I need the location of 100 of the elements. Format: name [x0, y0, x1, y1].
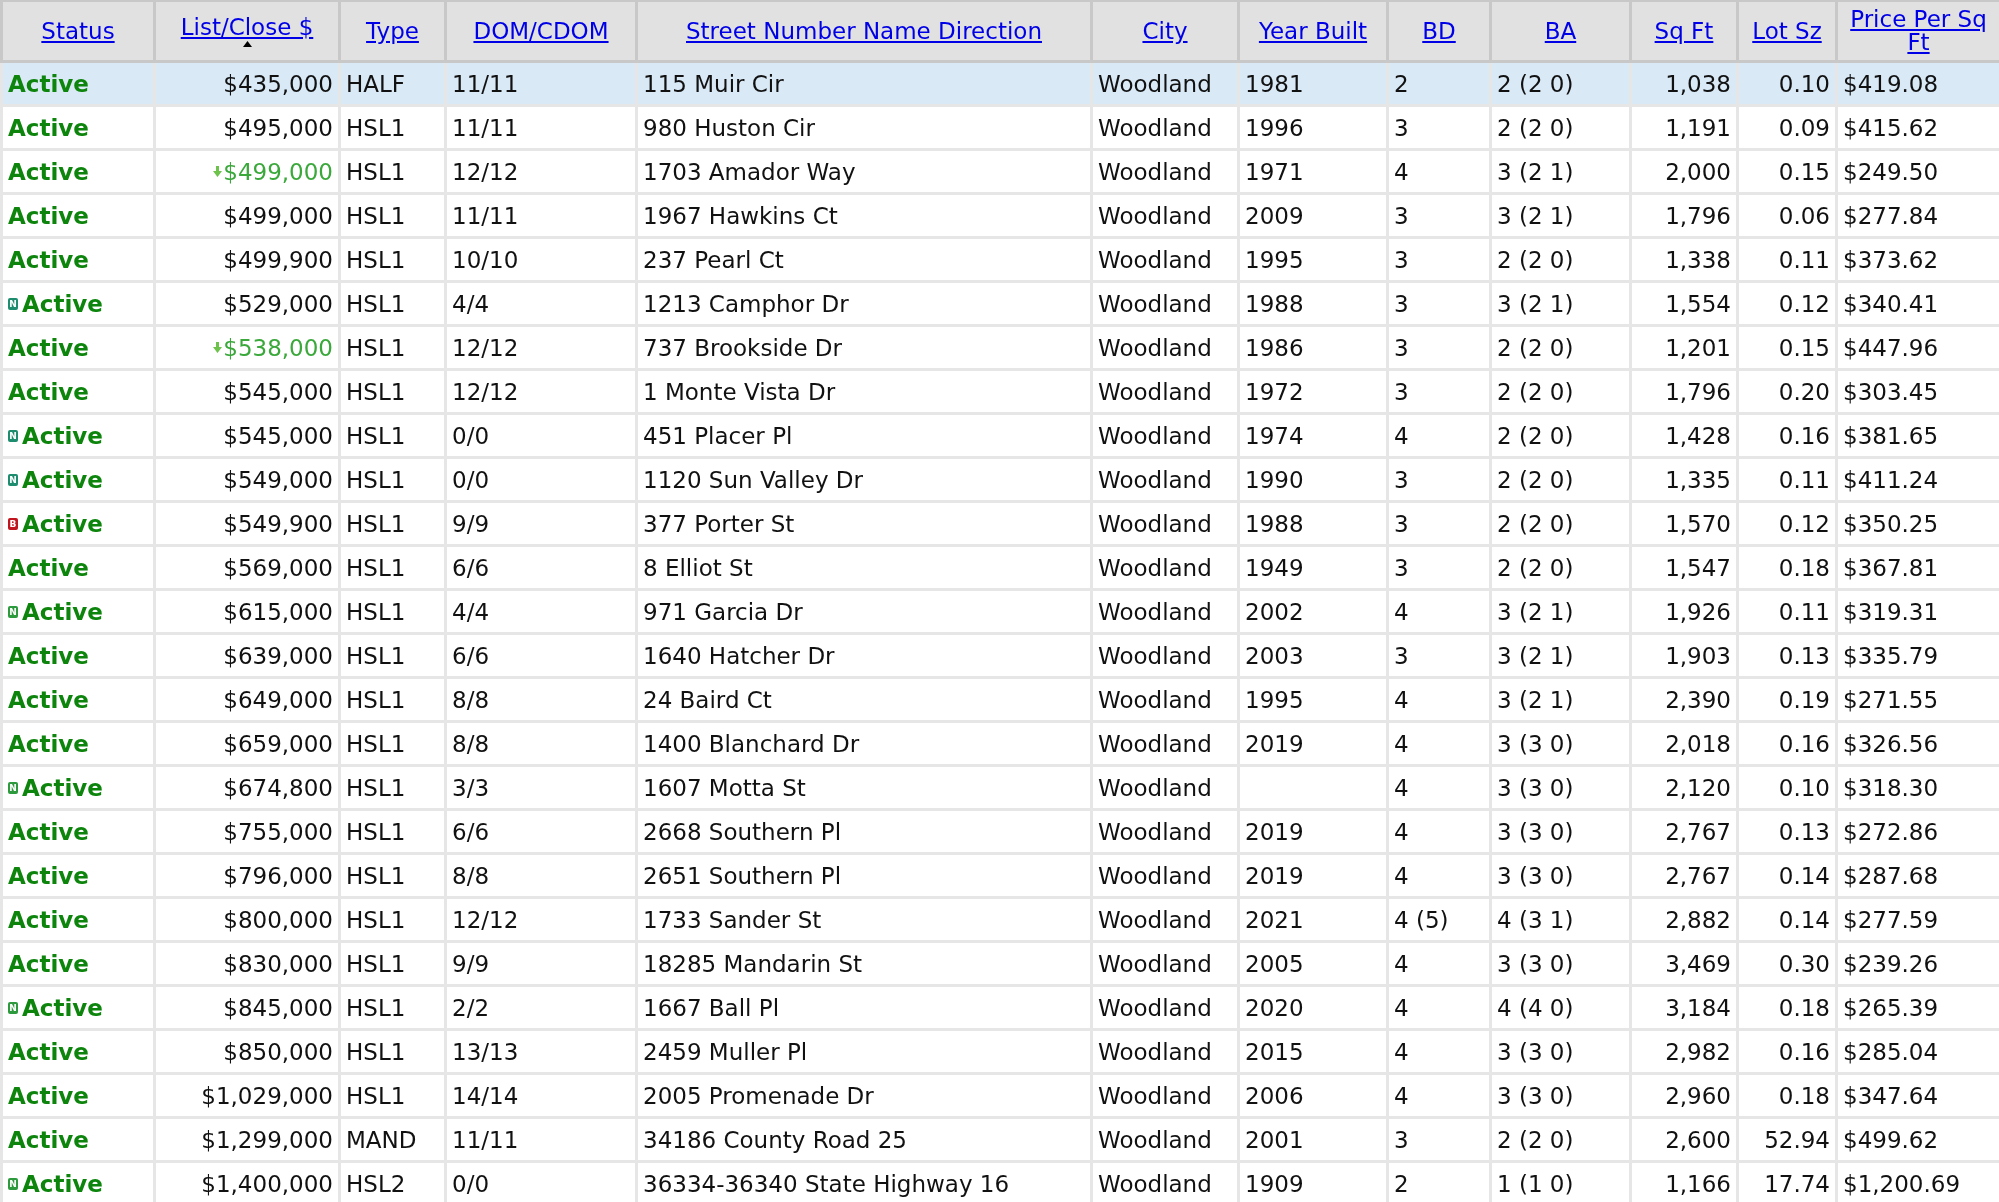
table-cell: Woodland — [1091, 149, 1239, 194]
listing-row[interactable]: N Active $1,400,000 HSL2 0/0 36334-36340 State Highway 16 Woodland 1909 2 1 (1 0) 1,166 17.74 $1,200.69 — [1, 1161, 1999, 1202]
listing-row[interactable]: N Active $674,800 HSL1 3/3 1607 Motta St Woodland 4 3 (3 0) 2,120 0.10 $318.30 — [1, 765, 1999, 810]
table-cell: 2,120 — [1630, 765, 1738, 810]
listing-row[interactable]: Active $569,000 HSL1 6/6 8 Elliot St Woodland 1949 3 2 (2 0) 1,547 0.18 $367.81 — [1, 545, 1999, 590]
table-cell: 2002 — [1238, 589, 1388, 634]
listing-row[interactable]: Active $499,000 HSL1 11/11 1967 Hawkins Ct Woodland 2009 3 3 (2 1) 1,796 0.06 $277.84 — [1, 193, 1999, 238]
price-text: $850,000 — [223, 1038, 333, 1065]
listing-row[interactable]: Active $1,299,000 MAND 11/11 34186 County Road 25 Woodland 2001 3 2 (2 0) 2,600 52.94 $499.62 — [1, 1117, 1999, 1162]
table-cell: 1,570 — [1630, 501, 1738, 546]
table-cell: 0.16 — [1737, 413, 1837, 458]
table-cell: Woodland — [1091, 941, 1239, 986]
table-cell: 0.19 — [1737, 677, 1837, 722]
listing-row[interactable]: Active $639,000 HSL1 6/6 1640 Hatcher Dr Woodland 2003 3 3 (2 1) 1,903 0.13 $335.79 — [1, 633, 1999, 678]
table-cell: 1981 — [1238, 61, 1388, 106]
table-cell: 3 (2 1) — [1490, 149, 1631, 194]
column-sort-link[interactable]: Year Built — [1258, 19, 1368, 43]
table-cell: 3 (3 0) — [1490, 1073, 1631, 1118]
table-cell: 3 (3 0) — [1490, 1029, 1631, 1074]
status-text: Active — [22, 422, 103, 449]
table-cell: 0.10 — [1737, 765, 1837, 810]
table-cell: 1400 Blanchard Dr — [636, 721, 1092, 766]
column-sort-link[interactable]: BA — [1544, 19, 1577, 43]
listing-row[interactable]: N Active $549,000 HSL1 0/0 1120 Sun Valley Dr Woodland 1990 3 2 (2 0) 1,335 0.11 $411.24 — [1, 457, 1999, 502]
listing-row[interactable]: Active $755,000 HSL1 6/6 2668 Southern Pl Woodland 2019 4 3 (3 0) 2,767 0.13 $272.86 — [1, 809, 1999, 854]
listing-row[interactable]: Active $435,000 HALF 11/11 115 Muir Cir Woodland 1981 2 2 (2 0) 1,038 0.10 $419.08 — [1, 61, 1999, 106]
status-text: Active — [22, 994, 103, 1021]
column-sort-link[interactable]: Status — [41, 19, 115, 43]
listing-row[interactable]: Active $850,000 HSL1 13/13 2459 Muller Pl Woodland 2015 4 3 (3 0) 2,982 0.16 $285.04 — [1, 1029, 1999, 1074]
table-cell: HSL1 — [339, 105, 446, 150]
listing-row[interactable]: N Active $545,000 HSL1 0/0 451 Placer Pl Woodland 1974 4 2 (2 0) 1,428 0.16 $381.65 — [1, 413, 1999, 458]
listing-row[interactable]: Active $499,000 HSL1 12/12 1703 Amador Way Woodland 1971 4 3 (2 1) 2,000 0.15 $249.50 — [1, 149, 1999, 194]
listing-row[interactable]: Active $1,029,000 HSL1 14/14 2005 Promenade Dr Woodland 2006 4 3 (3 0) 2,960 0.18 $347.64 — [1, 1073, 1999, 1118]
table-cell: 1,926 — [1630, 589, 1738, 634]
column-sort-link[interactable]: DOM/CDOM — [473, 19, 609, 43]
table-cell: 2,018 — [1630, 721, 1738, 766]
table-cell: 3 — [1387, 325, 1491, 370]
listing-row[interactable]: Active $796,000 HSL1 8/8 2651 Southern Pl Woodland 2019 4 3 (3 0) 2,767 0.14 $287.68 — [1, 853, 1999, 898]
listing-row[interactable]: Active $495,000 HSL1 11/11 980 Huston Cir Woodland 1996 3 2 (2 0) 1,191 0.09 $415.62 — [1, 105, 1999, 150]
price-text: $674,800 — [223, 774, 333, 801]
status-badge: N — [8, 429, 18, 442]
column-sort-link[interactable]: List/Close $ — [180, 15, 314, 39]
table-cell: $419.08 — [1836, 61, 1999, 106]
listing-row[interactable]: N Active $529,000 HSL1 4/4 1213 Camphor Dr Woodland 1988 3 3 (2 1) 1,554 0.12 $340.41 — [1, 281, 1999, 326]
table-cell: 8/8 — [445, 721, 637, 766]
table-cell: 4 — [1387, 1029, 1491, 1074]
listing-row[interactable]: N Active $615,000 HSL1 4/4 971 Garcia Dr Woodland 2002 4 3 (2 1) 1,926 0.11 $319.31 — [1, 589, 1999, 634]
table-cell: 451 Placer Pl — [636, 413, 1092, 458]
table-cell: 0.10 — [1737, 61, 1837, 106]
column-sort-link[interactable]: Lot Sz — [1752, 19, 1822, 43]
status-text: Active — [22, 774, 103, 801]
table-cell: HSL1 — [339, 721, 446, 766]
listing-row[interactable]: B Active $549,900 HSL1 9/9 377 Porter St Woodland 1988 3 2 (2 0) 1,570 0.12 $350.25 — [1, 501, 1999, 546]
column-sort-link[interactable]: BD — [1422, 19, 1456, 43]
table-cell: 0.16 — [1737, 1029, 1837, 1074]
price-text: $499,000 — [223, 158, 333, 185]
table-cell: 1988 — [1238, 501, 1388, 546]
table-cell: HALF — [339, 61, 446, 106]
table-cell: 2019 — [1238, 809, 1388, 854]
price-text: $659,000 — [223, 730, 333, 757]
column-sort-link[interactable]: Sq Ft — [1654, 19, 1714, 43]
listing-row[interactable]: Active $800,000 HSL1 12/12 1733 Sander St Woodland 2021 4 (5) 4 (3 1) 2,882 0.14 $277.59 — [1, 897, 1999, 942]
table-cell: 2,882 — [1630, 897, 1738, 942]
column-sort-link[interactable]: Street Number Name Direction — [686, 19, 1042, 43]
status-text: Active — [8, 950, 89, 977]
table-cell: 1,338 — [1630, 237, 1738, 282]
status-badge: N — [8, 781, 18, 794]
table-cell: 4 (5) — [1387, 897, 1491, 942]
listing-row[interactable]: Active $538,000 HSL1 12/12 737 Brookside Dr Woodland 1986 3 2 (2 0) 1,201 0.15 $447.96 — [1, 325, 1999, 370]
table-cell: 4 — [1387, 149, 1491, 194]
table-cell: 4 — [1387, 809, 1491, 854]
table-cell: 115 Muir Cir — [636, 61, 1092, 106]
table-cell: 3 (3 0) — [1490, 809, 1631, 854]
table-cell: 737 Brookside Dr — [636, 325, 1092, 370]
table-cell: 4 — [1387, 853, 1491, 898]
table-cell: 2 (2 0) — [1490, 105, 1631, 150]
table-cell: HSL1 — [339, 237, 446, 282]
table-cell: Woodland — [1091, 193, 1239, 238]
table-cell: 3 (2 1) — [1490, 589, 1631, 634]
status-badge: N — [8, 1001, 18, 1014]
table-cell: 1996 — [1238, 105, 1388, 150]
status-text: Active — [8, 818, 89, 845]
table-cell: Woodland — [1091, 369, 1239, 414]
listing-row[interactable]: Active $659,000 HSL1 8/8 1400 Blanchard Dr Woodland 2019 4 3 (3 0) 2,018 0.16 $326.56 — [1, 721, 1999, 766]
listing-row[interactable]: Active $545,000 HSL1 12/12 1 Monte Vista Dr Woodland 1972 3 2 (2 0) 1,796 0.20 $303.45 — [1, 369, 1999, 414]
listing-row[interactable]: Active $830,000 HSL1 9/9 18285 Mandarin St Woodland 2005 4 3 (3 0) 3,469 0.30 $239.26 — [1, 941, 1999, 986]
table-cell: 1971 — [1238, 149, 1388, 194]
price-text: $499,900 — [223, 246, 333, 273]
table-cell: 1120 Sun Valley Dr — [636, 457, 1092, 502]
listing-row[interactable]: Active $649,000 HSL1 8/8 24 Baird Ct Woodland 1995 4 3 (2 1) 2,390 0.19 $271.55 — [1, 677, 1999, 722]
column-sort-link[interactable]: City — [1142, 19, 1188, 43]
column-sort-link[interactable]: Type — [366, 19, 419, 43]
table-cell: Woodland — [1091, 501, 1239, 546]
status-badge: N — [8, 473, 18, 486]
listing-row[interactable]: Active $499,900 HSL1 10/10 237 Pearl Ct Woodland 1995 3 2 (2 0) 1,338 0.11 $373.62 — [1, 237, 1999, 282]
price-text: $1,400,000 — [201, 1170, 333, 1197]
listing-row[interactable]: N Active $845,000 HSL1 2/2 1667 Ball Pl Woodland 2020 4 4 (4 0) 3,184 0.18 $265.39 — [1, 985, 1999, 1030]
column-sort-link[interactable]: Price Per Sq Ft — [1842, 8, 1995, 54]
table-cell: 0.14 — [1737, 853, 1837, 898]
table-cell: Woodland — [1091, 413, 1239, 458]
